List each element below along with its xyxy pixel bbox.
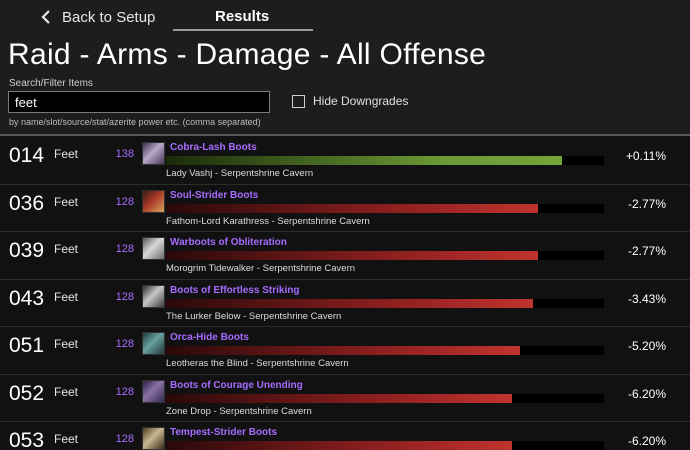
item-level: 128 <box>115 243 134 255</box>
header-divider <box>0 134 690 136</box>
item-name-link[interactable]: Warboots of Obliteration <box>170 237 287 248</box>
item-source: Fathom-Lord Karathress - Serpentshrine C… <box>166 215 370 227</box>
dps-bar-fill <box>166 346 520 355</box>
item-name-link[interactable]: Boots of Courage Unending <box>170 380 303 391</box>
item-row[interactable]: 036 Feet 128 Soul-Strider Boots Fathom-L… <box>0 185 690 232</box>
item-row[interactable]: 053 Feet 128 Tempest-Strider Boots -6.20… <box>0 422 690 450</box>
dps-change-percent: -2.77% <box>627 244 666 258</box>
chevron-left-icon <box>41 10 50 24</box>
item-level: 128 <box>115 338 134 350</box>
dps-bar-track <box>166 156 604 165</box>
dps-change-percent: -5.20% <box>627 339 666 353</box>
item-source: Morogrim Tidewalker - Serpentshrine Cave… <box>166 263 356 274</box>
item-level: 138 <box>115 148 134 160</box>
item-name-link[interactable]: Orca-Hide Boots <box>170 332 249 343</box>
item-name-link[interactable]: Cobra-Lash Boots <box>170 142 257 153</box>
item-rank: 051 <box>9 334 45 357</box>
item-slot: Feet <box>54 432 79 446</box>
item-source: Zone Drop - Serpentshrine Cavern <box>166 405 312 417</box>
dps-bar-track <box>166 298 604 308</box>
item-slot: Feet <box>54 384 79 399</box>
item-source: Leotheras the Blind - Serpentshrine Cave… <box>166 358 349 369</box>
item-level: 128 <box>115 195 134 208</box>
item-level: 128 <box>115 433 134 445</box>
dps-bar-fill <box>166 298 534 308</box>
item-row[interactable]: 052 Feet 128 Boots of Courage Unending Z… <box>0 375 690 422</box>
hide-downgrades-label: Hide Downgrades <box>313 94 409 108</box>
boot-icon[interactable] <box>142 332 165 355</box>
item-source: The Lurker Below - Serpentshrine Cavern <box>166 310 342 322</box>
dps-change-percent: -6.20% <box>627 434 666 448</box>
back-to-setup-label: Back to Setup <box>62 8 156 26</box>
results-list: 014 Feet 138 Cobra-Lash Boots Lady Vashj… <box>0 137 690 450</box>
item-rank: 014 <box>9 144 45 167</box>
item-slot: Feet <box>54 194 79 209</box>
dps-change-percent: +0.11% <box>625 149 666 163</box>
search-hint: by name/slot/source/stat/azerite power e… <box>9 117 261 127</box>
item-slot: Feet <box>54 337 79 351</box>
search-label: Search/Filter Items <box>9 78 93 89</box>
item-slot: Feet <box>54 242 79 256</box>
boot-icon[interactable] <box>142 142 165 165</box>
dps-change-percent: -2.77% <box>627 196 666 211</box>
boot-icon[interactable] <box>142 284 165 308</box>
dps-change-percent: -3.43% <box>627 291 666 306</box>
item-slot: Feet <box>54 147 79 161</box>
dps-bar-fill <box>166 203 539 213</box>
dps-change-percent: -6.20% <box>627 386 666 401</box>
item-name-link[interactable]: Tempest-Strider Boots <box>170 427 277 438</box>
search-input[interactable] <box>8 91 270 113</box>
item-rank: 043 <box>9 286 45 310</box>
dps-bar-fill <box>166 393 513 403</box>
item-row[interactable]: 014 Feet 138 Cobra-Lash Boots Lady Vashj… <box>0 137 690 185</box>
dps-bar-track <box>166 203 604 213</box>
boot-icon[interactable] <box>142 379 165 403</box>
back-to-setup-button[interactable]: Back to Setup <box>40 6 155 28</box>
item-row[interactable]: 051 Feet 128 Orca-Hide Boots Leotheras t… <box>0 327 690 375</box>
item-row[interactable]: 039 Feet 128 Warboots of Obliteration Mo… <box>0 232 690 280</box>
top-nav-bar: Back to Setup Results <box>0 0 690 34</box>
dps-bar-track <box>166 393 604 403</box>
dps-bar-fill <box>166 251 539 260</box>
hide-downgrades-checkbox[interactable] <box>292 94 305 108</box>
boot-icon[interactable] <box>142 189 165 213</box>
page-title: Raid - Arms - Damage - All Offense <box>8 38 487 71</box>
dps-bar-fill <box>166 441 513 450</box>
item-rank: 036 <box>9 191 45 215</box>
item-rank: 052 <box>9 381 45 405</box>
item-rank: 053 <box>9 429 45 450</box>
item-level: 128 <box>115 290 134 303</box>
results-header: Raid - Arms - Damage - All Offense Searc… <box>0 34 690 134</box>
dps-bar-track <box>166 251 604 260</box>
hide-downgrades-toggle[interactable]: Hide Downgrades <box>292 94 408 108</box>
boot-icon[interactable] <box>142 237 165 260</box>
active-tab-indicator <box>173 29 313 31</box>
dps-bar-fill <box>166 156 563 165</box>
tab-results[interactable]: Results <box>215 8 269 25</box>
item-rank: 039 <box>9 239 45 262</box>
item-name-link[interactable]: Boots of Effortless Striking <box>170 285 299 296</box>
dps-bar-track <box>166 346 604 355</box>
item-name-link[interactable]: Soul-Strider Boots <box>170 190 258 201</box>
item-row[interactable]: 043 Feet 128 Boots of Effortless Strikin… <box>0 280 690 327</box>
boot-icon[interactable] <box>142 427 165 450</box>
item-source: Lady Vashj - Serpentshrine Cavern <box>166 168 314 179</box>
dps-bar-track <box>166 441 604 450</box>
item-slot: Feet <box>54 289 79 304</box>
item-level: 128 <box>115 385 134 398</box>
